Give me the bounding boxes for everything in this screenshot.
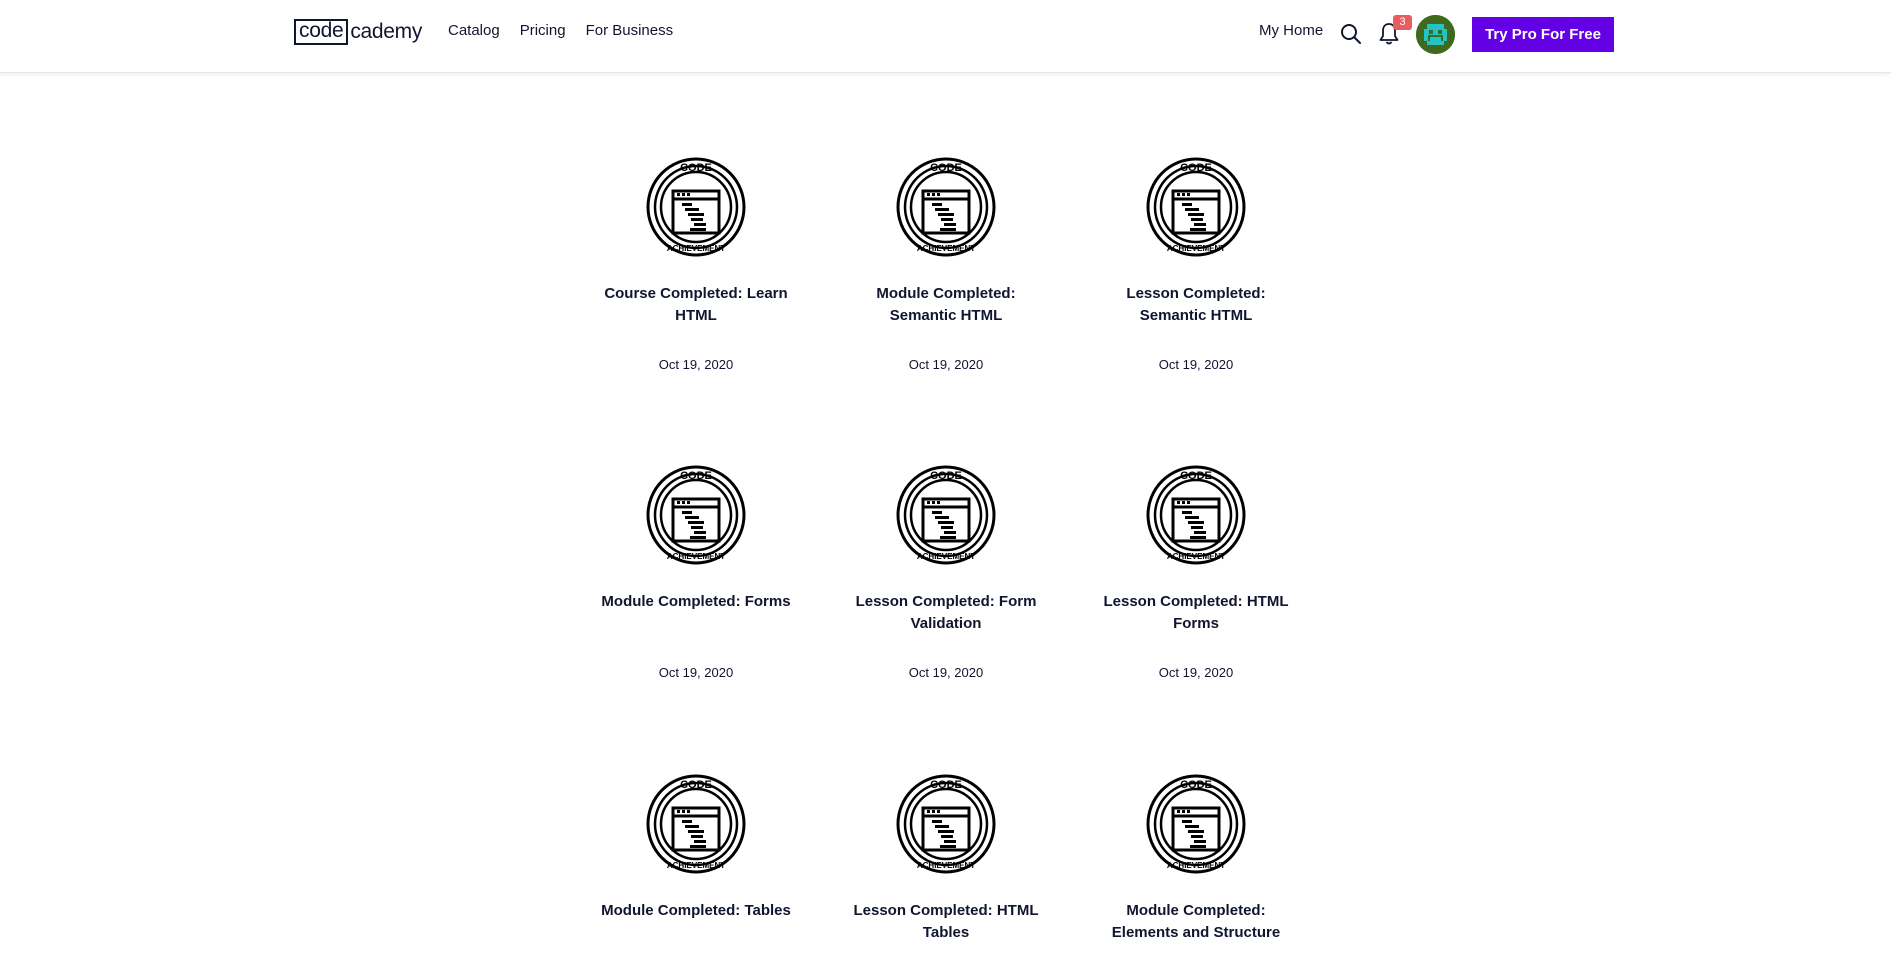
code-achievement-badge-icon: CODE ACHIEVEMENT (646, 774, 746, 874)
code-achievement-badge-icon: CODE ACHIEVEMENT (896, 157, 996, 257)
primary-nav: Catalog Pricing For Business (448, 22, 673, 39)
svg-text:ACHIEVEMENT: ACHIEVEMENT (1167, 861, 1225, 870)
svg-text:ACHIEVEMENT: ACHIEVEMENT (917, 861, 975, 870)
avatar[interactable] (1416, 15, 1455, 54)
achievement-title: Module Completed: Semantic HTML (876, 285, 1016, 324)
my-home-link[interactable]: My Home (1259, 22, 1323, 39)
achievement-card[interactable]: CODE ACHIEVEMENT Module Completed: Eleme… (1096, 774, 1296, 944)
code-achievement-badge-icon: CODE ACHIEVEMENT (896, 465, 996, 565)
svg-text:CODE: CODE (930, 470, 962, 482)
code-achievement-badge-icon: CODE ACHIEVEMENT (646, 465, 746, 565)
svg-text:ACHIEVEMENT: ACHIEVEMENT (667, 244, 725, 253)
code-achievement-badge-icon: CODE ACHIEVEMENT (896, 774, 996, 874)
nav-link-for-business[interactable]: For Business (586, 22, 674, 39)
achievement-title: Module Completed: Tables (601, 902, 791, 919)
svg-text:CODE: CODE (1180, 162, 1212, 174)
try-pro-button[interactable]: Try Pro For Free (1472, 17, 1614, 52)
achievement-title: Lesson Completed: HTML Forms (1103, 593, 1289, 632)
achievement-card[interactable]: CODE ACHIEVEMENT Lesson Completed: HTML … (846, 774, 1046, 944)
svg-text:CODE: CODE (930, 779, 962, 791)
code-achievement-badge-icon: CODE ACHIEVEMENT (1146, 157, 1246, 257)
svg-text:CODE: CODE (680, 470, 712, 482)
achievement-title: Module Completed: Forms (601, 593, 791, 610)
logo-box-text: code (294, 19, 349, 45)
codecademy-logo[interactable]: code cademy (294, 19, 422, 45)
svg-text:ACHIEVEMENT: ACHIEVEMENT (1167, 552, 1225, 561)
achievement-card[interactable]: CODE ACHIEVEMENT Lesson Completed: Seman… (1096, 157, 1296, 372)
svg-text:CODE: CODE (680, 162, 712, 174)
nav-link-pricing[interactable]: Pricing (520, 22, 566, 39)
svg-text:ACHIEVEMENT: ACHIEVEMENT (917, 244, 975, 253)
achievement-date: Oct 19, 2020 (658, 665, 734, 680)
code-achievement-badge-icon: CODE ACHIEVEMENT (1146, 465, 1246, 565)
achievement-date: Oct 19, 2020 (908, 665, 984, 680)
achievement-card[interactable]: CODE ACHIEVEMENT Module Completed: Table… (596, 774, 796, 944)
achievement-card[interactable]: CODE ACHIEVEMENT Module Completed: Forms… (596, 465, 796, 680)
svg-text:CODE: CODE (680, 779, 712, 791)
achievement-card[interactable]: CODE ACHIEVEMENT Lesson Completed: HTML … (1096, 465, 1296, 680)
achievement-card[interactable]: CODE ACHIEVEMENT Lesson Completed: Form … (846, 465, 1046, 680)
svg-text:CODE: CODE (1180, 779, 1212, 791)
achievement-title: Course Completed: Learn HTML (604, 285, 788, 324)
achievement-card[interactable]: CODE ACHIEVEMENT Course Completed: Learn… (596, 157, 796, 372)
logo-rest-text: cademy (350, 20, 423, 43)
svg-text:CODE: CODE (1180, 470, 1212, 482)
achievement-date: Oct 19, 2020 (1158, 665, 1234, 680)
achievement-date: Oct 19, 2020 (1158, 357, 1234, 372)
achievement-card[interactable]: CODE ACHIEVEMENT Module Completed: Seman… (846, 157, 1046, 372)
svg-text:CODE: CODE (930, 162, 962, 174)
search-icon[interactable] (1340, 23, 1362, 45)
svg-text:ACHIEVEMENT: ACHIEVEMENT (1167, 244, 1225, 253)
svg-text:ACHIEVEMENT: ACHIEVEMENT (667, 552, 725, 561)
nav-link-catalog[interactable]: Catalog (448, 22, 500, 39)
achievement-title: Lesson Completed: Semantic HTML (1126, 285, 1266, 324)
code-achievement-badge-icon: CODE ACHIEVEMENT (646, 157, 746, 257)
top-navbar: code cademy Catalog Pricing For Business … (0, 0, 1891, 73)
achievement-title: Module Completed: Elements and Structure (1111, 902, 1281, 941)
svg-text:ACHIEVEMENT: ACHIEVEMENT (667, 861, 725, 870)
svg-text:ACHIEVEMENT: ACHIEVEMENT (917, 552, 975, 561)
achievement-title: Lesson Completed: Form Validation (855, 593, 1037, 632)
notification-count-badge: 3 (1393, 15, 1412, 30)
achievement-title: Lesson Completed: HTML Tables (853, 902, 1039, 941)
achievement-date: Oct 19, 2020 (658, 357, 734, 372)
code-achievement-badge-icon: CODE ACHIEVEMENT (1146, 774, 1246, 874)
achievement-date: Oct 19, 2020 (908, 357, 984, 372)
